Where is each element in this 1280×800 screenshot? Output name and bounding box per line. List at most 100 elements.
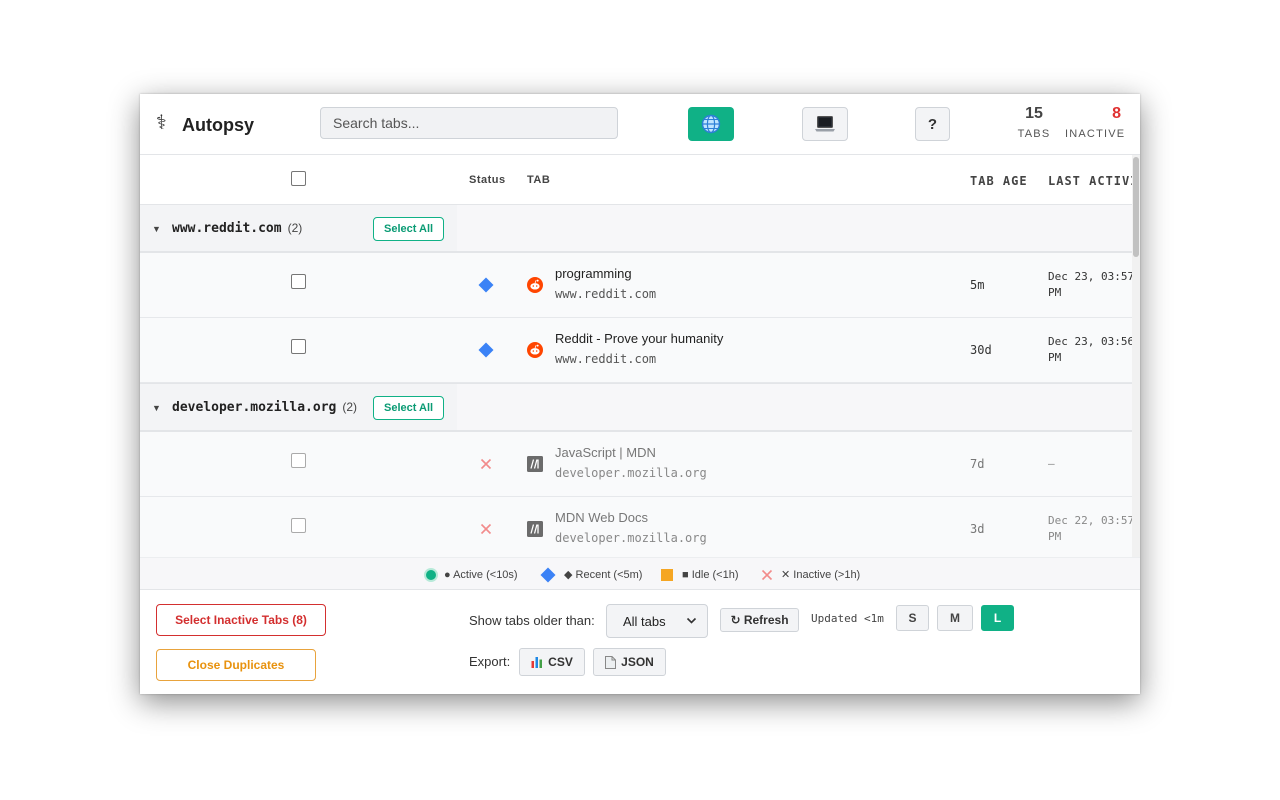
tab-age: 30d bbox=[970, 343, 992, 357]
last-activity: Dec 23, 03:57 PM bbox=[1048, 269, 1132, 301]
select-all-checkbox[interactable] bbox=[291, 171, 306, 186]
export-json-button[interactable]: JSON bbox=[593, 648, 666, 676]
refresh-button[interactable]: ↻ Refresh bbox=[720, 608, 799, 632]
updated-status: Updated <1m bbox=[811, 612, 884, 625]
tab-domain: www.reddit.com bbox=[555, 287, 657, 301]
inactive-count: 8 bbox=[1112, 105, 1121, 122]
recent-status-icon bbox=[478, 342, 494, 358]
tab-table: Status TAB TAB AGE LAST ACTIVIT ▼ www.re… bbox=[140, 155, 1132, 557]
reddit-icon bbox=[527, 342, 543, 358]
active-dot-icon bbox=[424, 567, 438, 582]
select-all-button[interactable]: Select All bbox=[373, 396, 445, 420]
group-count: (2) bbox=[342, 400, 358, 414]
caduceus-icon: ⚕ bbox=[156, 112, 167, 134]
legend-recent-label: ◆ Recent (<5m) bbox=[564, 569, 643, 581]
group-domain-name: www.reddit.com bbox=[172, 221, 282, 236]
last-activity: Dec 22, 03:57 PM bbox=[1048, 513, 1132, 545]
table-row[interactable]: programming www.reddit.com 5m Dec 23, 03… bbox=[140, 253, 1132, 318]
recent-status-icon bbox=[478, 277, 494, 293]
tab-age: 3d bbox=[970, 522, 985, 536]
mdn-icon bbox=[527, 521, 543, 537]
legend-recent: ◆ Recent (<5m) bbox=[540, 558, 642, 591]
last-activity-column-header[interactable]: LAST ACTIVIT bbox=[1048, 174, 1132, 188]
close-duplicates-button[interactable]: Close Duplicates bbox=[156, 649, 316, 681]
select-all-button[interactable]: Select All bbox=[373, 217, 445, 241]
legend-inactive: ✕ Inactive (>1h) bbox=[761, 558, 860, 591]
export-label: Export: bbox=[469, 654, 511, 669]
collapse-arrow-icon[interactable]: ▼ bbox=[152, 403, 161, 413]
table-header: Status TAB TAB AGE LAST ACTIVIT bbox=[140, 155, 1132, 205]
tabs-count: 15 bbox=[1025, 105, 1043, 122]
legend-idle-label: ■ Idle (<1h) bbox=[682, 568, 739, 581]
last-activity-date: Dec 23, 03:57 bbox=[1048, 270, 1132, 283]
globe-icon bbox=[701, 114, 721, 134]
mdn-icon bbox=[527, 456, 543, 472]
export-csv-button[interactable]: CSV bbox=[519, 648, 585, 676]
laptop-icon bbox=[815, 116, 835, 132]
last-activity-ampm: PM bbox=[1048, 530, 1062, 543]
inactive-stat: 8 INACTIVE bbox=[1065, 104, 1125, 142]
tab-title[interactable]: JavaScript | MDN bbox=[555, 445, 656, 460]
last-activity: Dec 23, 03:56 PM bbox=[1048, 334, 1132, 366]
app-title: Autopsy bbox=[182, 115, 254, 135]
size-s-button[interactable]: S bbox=[896, 605, 929, 631]
select-inactive-button[interactable]: Select Inactive Tabs (8) bbox=[156, 604, 326, 636]
table-row[interactable]: JavaScript | MDN developer.mozilla.org 7… bbox=[140, 432, 1132, 497]
status-column-header: Status bbox=[469, 174, 506, 186]
row-checkbox[interactable] bbox=[291, 274, 306, 289]
size-l-button[interactable]: L bbox=[981, 605, 1014, 631]
table-row[interactable]: MDN Web Docs developer.mozilla.org 3d De… bbox=[140, 497, 1132, 557]
tabs-stat: 15 TABS bbox=[1016, 104, 1052, 142]
tab-domain: developer.mozilla.org bbox=[555, 466, 707, 480]
age-filter-select[interactable]: All tabs bbox=[606, 604, 708, 638]
legend-active-label: ● Active (<10s) bbox=[444, 568, 518, 581]
idle-square-icon bbox=[661, 568, 673, 581]
tab-title[interactable]: programming bbox=[555, 266, 632, 281]
row-checkbox[interactable] bbox=[291, 518, 306, 533]
chevron-down-icon bbox=[686, 615, 697, 629]
autopsy-window: ⚕ Autopsy ? 15 TABS 8 INACTI bbox=[140, 94, 1140, 694]
reddit-icon bbox=[527, 277, 543, 293]
size-m-button[interactable]: M bbox=[937, 605, 973, 631]
scrollbar-thumb[interactable] bbox=[1133, 157, 1139, 257]
status-legend: ● Active (<10s) ◆ Recent (<5m) ■ Idle (<… bbox=[140, 557, 1140, 590]
table-scrollbar[interactable] bbox=[1132, 155, 1140, 557]
tab-domain: developer.mozilla.org bbox=[555, 531, 707, 545]
export-csv-label: CSV bbox=[548, 655, 573, 669]
age-filter-value: All tabs bbox=[623, 613, 666, 629]
tab-column-header: TAB bbox=[527, 174, 551, 186]
tab-title[interactable]: MDN Web Docs bbox=[555, 510, 648, 525]
group-domain-name: developer.mozilla.org bbox=[172, 400, 337, 415]
row-checkbox[interactable] bbox=[291, 453, 306, 468]
inactive-status-icon bbox=[478, 521, 494, 537]
tab-title[interactable]: Reddit - Prove your humanity bbox=[555, 331, 723, 346]
last-activity-ampm: PM bbox=[1048, 286, 1062, 299]
document-icon bbox=[605, 655, 617, 669]
legend-idle: ■ Idle (<1h) bbox=[661, 558, 738, 591]
last-activity: — bbox=[1048, 456, 1132, 472]
tabs-label: TABS bbox=[1017, 128, 1051, 140]
last-activity-date: — bbox=[1048, 457, 1055, 470]
laptop-button[interactable] bbox=[802, 107, 848, 141]
bar-chart-icon bbox=[531, 657, 543, 668]
group-count: (2) bbox=[287, 221, 303, 235]
header: ⚕ Autopsy ? 15 TABS 8 INACTI bbox=[140, 94, 1140, 155]
table-row[interactable]: Reddit - Prove your humanity www.reddit.… bbox=[140, 318, 1132, 383]
globe-button[interactable] bbox=[688, 107, 734, 141]
search-input[interactable] bbox=[320, 107, 618, 139]
collapse-arrow-icon[interactable]: ▼ bbox=[152, 224, 161, 234]
legend-active: ● Active (<10s) bbox=[424, 558, 518, 591]
inactive-label: INACTIVE bbox=[1065, 128, 1126, 140]
inactive-x-icon bbox=[761, 569, 773, 580]
show-older-label: Show tabs older than: bbox=[469, 613, 595, 628]
last-activity-ampm: PM bbox=[1048, 351, 1062, 364]
domain-group-header[interactable]: ▼ developer.mozilla.org (2) Select All bbox=[140, 383, 1132, 432]
row-checkbox[interactable] bbox=[291, 339, 306, 354]
last-activity-date: Dec 22, 03:57 bbox=[1048, 514, 1132, 527]
tab-age-column-header[interactable]: TAB AGE bbox=[970, 174, 1028, 188]
help-button[interactable]: ? bbox=[915, 107, 950, 141]
export-json-label: JSON bbox=[621, 655, 654, 669]
last-activity-date: Dec 23, 03:56 bbox=[1048, 335, 1132, 348]
inactive-status-icon bbox=[478, 456, 494, 472]
domain-group-header[interactable]: ▼ www.reddit.com (2) Select All bbox=[140, 204, 1132, 253]
